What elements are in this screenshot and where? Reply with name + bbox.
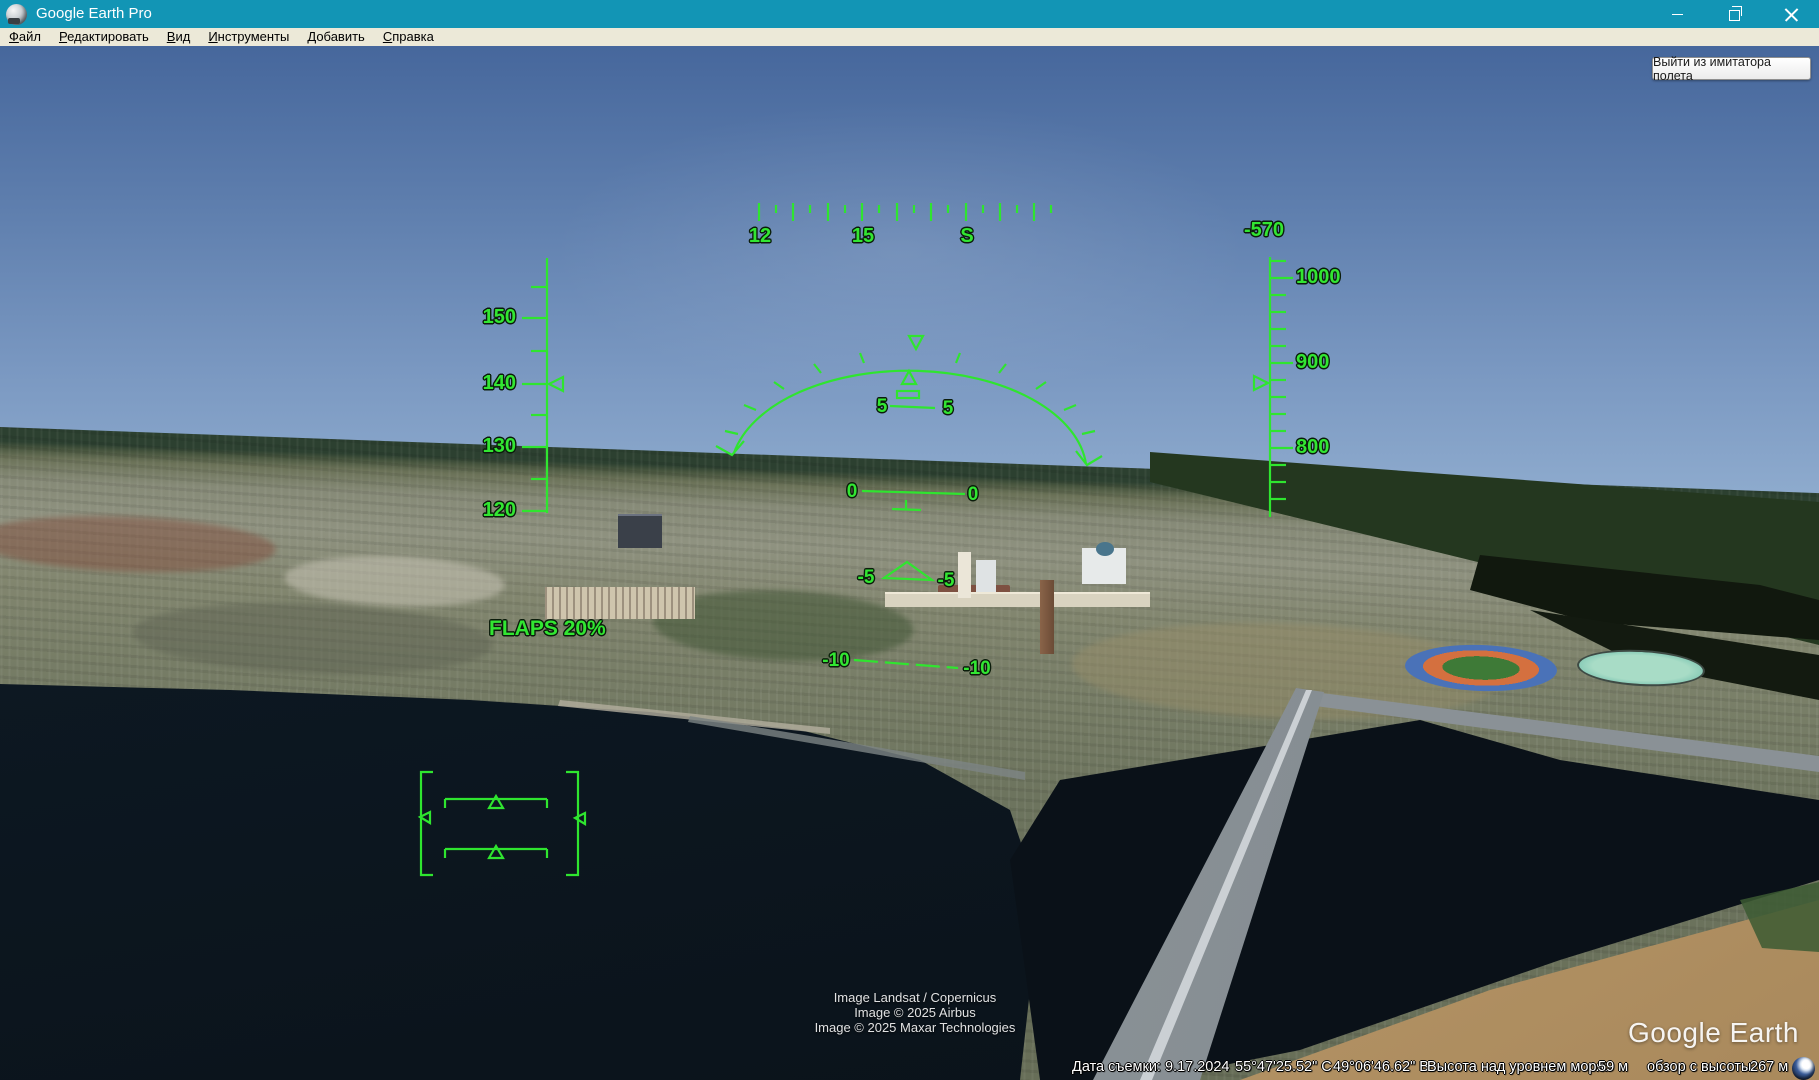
cathedral (976, 560, 996, 592)
bell-tower (958, 552, 971, 598)
status-latitude: 55°47'25.52" С (1235, 1059, 1332, 1075)
restore-button[interactable] (1712, 0, 1756, 28)
building-palace (545, 587, 695, 619)
exit-flight-simulator-button[interactable]: Выйти из имитатора полета (1652, 57, 1811, 80)
google-earth-watermark: Google Earth (1628, 1017, 1799, 1049)
menu-bar: Файл Редактировать Вид Инструменты Добав… (0, 28, 1819, 47)
menu-view[interactable]: Вид (158, 28, 200, 46)
menu-help[interactable]: Справка (374, 28, 443, 46)
status-eye-alt-value: 267 м (1750, 1059, 1788, 1075)
sky-glare (520, 86, 1280, 416)
close-icon (1784, 7, 1799, 22)
menu-add[interactable]: Добавить (298, 28, 373, 46)
building-highrise (618, 514, 662, 548)
earth-viewport[interactable]: 12 15 S -570 150 140 130 120 1000 900 80… (0, 46, 1819, 1080)
menu-edit[interactable]: Редактировать (50, 28, 158, 46)
minimize-button[interactable] (1655, 0, 1699, 28)
brick-tower (1040, 580, 1054, 654)
google-earth-app-icon (6, 4, 27, 25)
status-elevation-value: 59 м (1598, 1059, 1628, 1075)
kremlin-wall (885, 592, 1150, 607)
status-elevation-label: Высота над уровнем моря: (1427, 1059, 1608, 1075)
status-longitude: 49°06'46.62" В (1333, 1059, 1429, 1075)
google-earth-window: Google Earth Pro Файл Редактировать Вид … (0, 0, 1819, 1080)
status-imagery-date: Дата съемки: 9.17.2024 (1072, 1059, 1230, 1075)
title-bar: Google Earth Pro (0, 0, 1819, 28)
menu-tools[interactable]: Инструменты (199, 28, 298, 46)
restore-icon (1729, 10, 1740, 21)
close-button[interactable] (1769, 0, 1813, 28)
window-title: Google Earth Pro (36, 5, 152, 22)
imagery-attribution: Image Landsat / Copernicus Image © 2025 … (700, 990, 1130, 1035)
status-eye-alt-label: обзор с высоты (1647, 1059, 1751, 1075)
mosque-dome (1096, 542, 1114, 556)
streaming-globe-icon (1792, 1057, 1815, 1080)
menu-file[interactable]: Файл (0, 28, 50, 46)
minimize-icon (1672, 14, 1683, 15)
